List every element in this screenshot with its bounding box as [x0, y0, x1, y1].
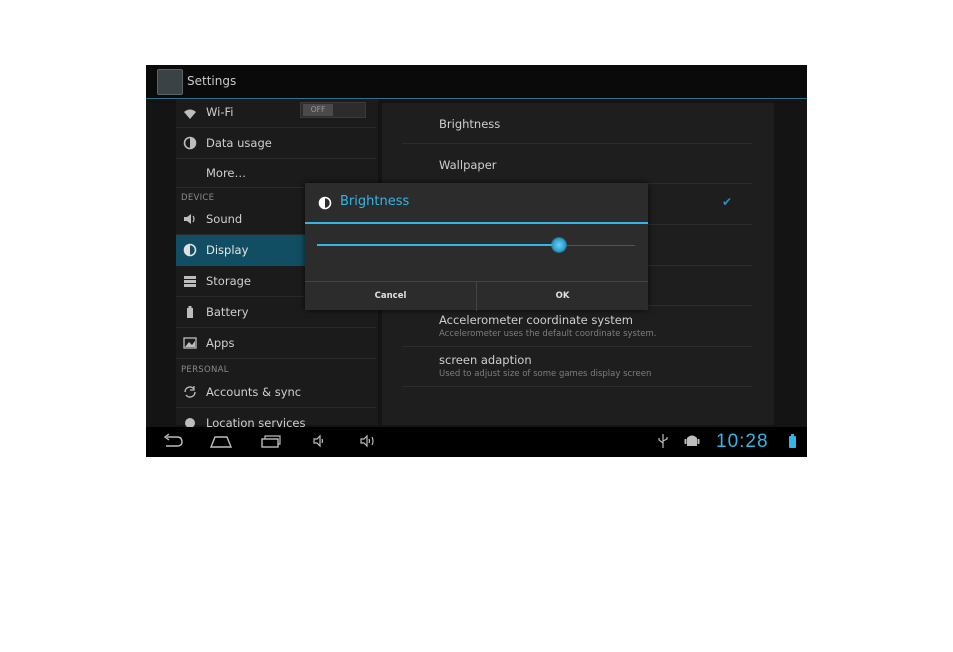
apps-icon: [183, 336, 197, 350]
sync-icon: [183, 385, 197, 399]
wifi-toggle-state: OFF: [303, 104, 333, 116]
setting-title: Wallpaper: [439, 158, 497, 172]
sidebar-item-label: Data usage: [206, 136, 272, 150]
sidebar-item-label: Accounts & sync: [206, 385, 302, 399]
sound-icon: [183, 212, 197, 226]
setting-wallpaper[interactable]: Wallpaper: [402, 144, 752, 184]
storage-icon: [183, 274, 197, 288]
sidebar-item-accounts-sync[interactable]: Accounts & sync: [176, 377, 376, 408]
wifi-toggle[interactable]: OFF: [300, 102, 366, 118]
sidebar-item-label: Display: [206, 243, 249, 257]
dialog-header: Brightness: [305, 183, 648, 224]
sidebar-item-label: Wi-Fi: [206, 105, 234, 119]
app-title: Settings: [187, 74, 237, 88]
setting-title: screen adaption: [439, 353, 532, 367]
data-usage-icon: [183, 136, 197, 150]
battery-charging-icon: [789, 434, 796, 448]
tablet-screen: Settings Wi-Fi OFF Data usage More… DEVI…: [146, 65, 807, 457]
status-clock: 10:28: [716, 431, 769, 452]
sidebar-item-data-usage[interactable]: Data usage: [176, 128, 376, 159]
setting-subtitle: Used to adjust size of some games displa…: [439, 369, 652, 379]
dialog-title: Brightness: [340, 194, 410, 209]
back-icon[interactable]: [162, 433, 184, 453]
sidebar-item-wifi[interactable]: Wi-Fi OFF: [176, 99, 376, 128]
sidebar-item-label: Sound: [206, 212, 243, 226]
usb-icon: [657, 433, 669, 453]
brightness-icon: [318, 195, 332, 210]
recent-apps-icon[interactable]: [260, 433, 282, 453]
sidebar-item-label: Apps: [206, 336, 235, 350]
cancel-button[interactable]: Cancel: [305, 282, 477, 311]
android-debug-icon: [684, 433, 700, 453]
volume-down-icon[interactable]: [312, 433, 328, 453]
system-nav-bar: 10:28: [146, 427, 807, 457]
brightness-slider-thumb[interactable]: [550, 237, 567, 253]
setting-title: Accelerometer coordinate system: [439, 313, 633, 327]
sidebar-item-apps[interactable]: Apps: [176, 328, 376, 359]
section-header-device: DEVICE: [181, 193, 215, 203]
action-bar: Settings: [146, 65, 807, 99]
home-icon[interactable]: [209, 433, 233, 453]
setting-accelerometer[interactable]: Accelerometer coordinate system Accelero…: [402, 306, 752, 347]
dialog-buttons: Cancel OK: [305, 281, 648, 311]
display-icon: [183, 243, 197, 257]
section-header-personal: PERSONAL: [181, 365, 229, 375]
brightness-dialog: Brightness Cancel OK: [305, 183, 648, 311]
wifi-icon: [183, 107, 197, 121]
ok-button[interactable]: OK: [477, 282, 648, 311]
setting-brightness[interactable]: Brightness: [402, 103, 752, 144]
battery-icon: [183, 305, 197, 319]
brightness-slider-fill: [317, 244, 559, 246]
setting-screen-adaption[interactable]: screen adaption Used to adjust size of s…: [402, 347, 752, 387]
sidebar-item-label: Battery: [206, 305, 249, 319]
volume-up-icon[interactable]: [359, 433, 379, 453]
checkbox-checked-icon[interactable]: ✔: [722, 195, 732, 209]
sidebar-item-label: More…: [206, 166, 247, 180]
sidebar-item-label: Storage: [206, 274, 251, 288]
setting-title: Brightness: [439, 117, 501, 131]
settings-app-icon[interactable]: [157, 69, 183, 95]
setting-subtitle: Accelerometer uses the default coordinat…: [439, 329, 657, 339]
